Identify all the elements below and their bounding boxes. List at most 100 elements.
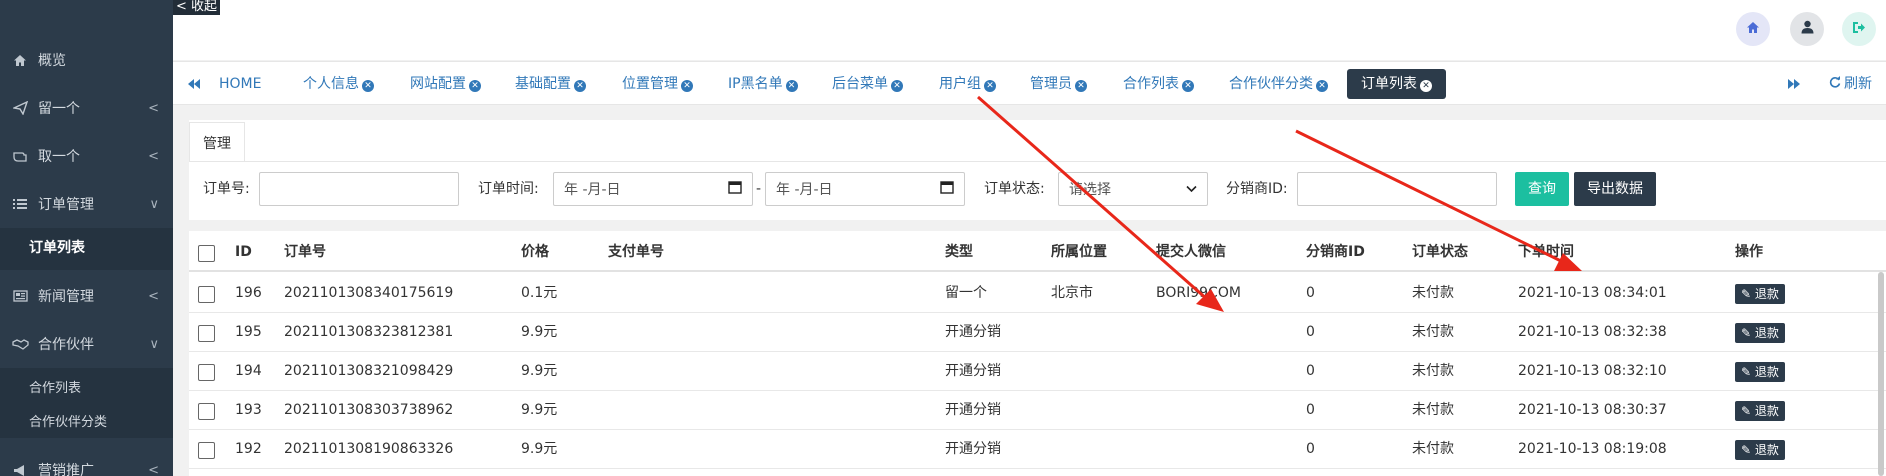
tab-basic-config[interactable]: 基础配置 ✕: [515, 69, 586, 99]
col-location[interactable]: 所属位置: [1051, 233, 1107, 272]
col-actions: 操作: [1735, 244, 1763, 260]
close-icon[interactable]: ✕: [891, 80, 903, 92]
distributor-id-input[interactable]: [1297, 172, 1497, 206]
close-icon[interactable]: ✕: [984, 80, 996, 92]
edit-icon: ✎: [1741, 365, 1752, 379]
sidebar-subitem-order-list[interactable]: 订单列表: [0, 230, 173, 264]
order-no-input[interactable]: [259, 172, 459, 206]
col-wechat[interactable]: 提交人微信: [1156, 233, 1226, 272]
col-order-no[interactable]: 订单号: [284, 233, 326, 272]
tab-administrators[interactable]: 管理员 ✕: [1030, 69, 1087, 99]
sidebar-subitem-partner-category[interactable]: 合作伙伴分类: [0, 403, 173, 437]
date-placeholder: 年 -月-日: [564, 182, 621, 198]
refund-label: 退款: [1754, 404, 1779, 418]
tab-label: 合作伙伴分类: [1229, 76, 1313, 92]
tab-label: 管理员: [1030, 76, 1072, 92]
sidebar-item-marketing[interactable]: 营销推广 <: [0, 446, 173, 476]
row-checkbox[interactable]: [198, 403, 215, 420]
profile-button[interactable]: [1790, 12, 1824, 46]
refund-button[interactable]: ✎ 退款: [1735, 440, 1785, 460]
cell-distributor-id: 0: [1306, 402, 1315, 418]
close-icon[interactable]: ✕: [1075, 80, 1087, 92]
chevron-left-icon: <: [148, 148, 159, 164]
tab-label: IP黑名单: [728, 76, 783, 92]
sidebar-subitem-label: 订单列表: [29, 240, 85, 256]
tab-manage[interactable]: 管理: [189, 122, 245, 162]
sign-out-icon: [1852, 21, 1866, 38]
row-checkbox[interactable]: [198, 364, 215, 381]
tabs-prev-button[interactable]: [187, 71, 201, 101]
tab-user-group[interactable]: 用户组 ✕: [939, 69, 996, 99]
close-icon[interactable]: ✕: [681, 80, 693, 92]
tab-label: 订单列表: [1361, 76, 1417, 92]
tab-ip-blacklist[interactable]: IP黑名单 ✕: [728, 69, 798, 99]
sidebar-item-partners[interactable]: 合作伙伴 ∨: [0, 320, 173, 368]
chevron-left-icon: <: [148, 100, 159, 116]
sidebar-item-order-management[interactable]: 订单管理 ∨: [0, 180, 173, 228]
sidebar-item-leave-one[interactable]: 留一个 <: [0, 84, 173, 132]
sidebar-item-label: 概览: [38, 53, 66, 69]
calendar-icon[interactable]: [940, 180, 954, 198]
tab-location-management[interactable]: 位置管理 ✕: [622, 69, 693, 99]
edit-icon: ✎: [1741, 443, 1752, 457]
refund-label: 退款: [1754, 287, 1779, 301]
order-time-start-input[interactable]: 年 -月-日: [553, 172, 753, 206]
close-icon[interactable]: ✕: [1182, 80, 1194, 92]
col-type[interactable]: 类型: [945, 233, 973, 272]
sidebar-item-take-one[interactable]: 取一个 <: [0, 132, 173, 180]
col-pay-no[interactable]: 支付单号: [608, 233, 664, 272]
search-button[interactable]: 查询: [1515, 172, 1569, 206]
tabs-bar: HOME 个人信息 ✕ 网站配置 ✕ 基础配置 ✕ 位置管理 ✕ IP黑名单 ✕ 后台菜单…: [173, 61, 1886, 105]
row-checkbox[interactable]: [198, 325, 215, 342]
close-icon[interactable]: ✕: [1420, 80, 1432, 92]
tab-label: 个人信息: [303, 76, 359, 92]
tab-order-list[interactable]: 订单列表 ✕: [1347, 69, 1446, 99]
cell-order-time: 2021-10-13 08:34:01: [1518, 285, 1667, 301]
cell-order-time: 2021-10-13 08:19:08: [1518, 441, 1667, 457]
home-icon: [10, 54, 30, 67]
tabs-next-button[interactable]: [1787, 71, 1801, 101]
cell-wechat: BORI99COM: [1156, 285, 1241, 301]
vertical-scrollbar[interactable]: [1878, 272, 1884, 476]
col-id[interactable]: ID: [235, 233, 252, 272]
col-order-time[interactable]: 下单时间: [1518, 233, 1574, 272]
close-icon[interactable]: ✕: [469, 80, 481, 92]
sidebar-subitem-partner-list[interactable]: 合作列表: [0, 369, 173, 403]
close-icon[interactable]: ✕: [785, 80, 798, 92]
sidebar-item-label: 合作伙伴: [38, 337, 94, 353]
tab-profile[interactable]: 个人信息 ✕: [303, 69, 374, 99]
row-checkbox[interactable]: [198, 286, 215, 303]
tab-home[interactable]: HOME: [219, 69, 261, 99]
collapse-sidebar-button[interactable]: < 收起: [173, 0, 221, 15]
tab-admin-menu[interactable]: 后台菜单 ✕: [832, 69, 903, 99]
order-status-select[interactable]: 请选择: [1058, 172, 1208, 206]
tab-partner-list[interactable]: 合作列表 ✕: [1123, 69, 1194, 99]
calendar-icon[interactable]: [728, 180, 742, 198]
home-button[interactable]: [1736, 12, 1770, 46]
refund-button[interactable]: ✎ 退款: [1735, 284, 1785, 304]
tab-label: 合作列表: [1123, 76, 1179, 92]
sidebar-item-news-management[interactable]: 新闻管理 <: [0, 272, 173, 320]
cell-order-no: 2021101308190863326: [284, 441, 454, 457]
logout-button[interactable]: [1842, 12, 1876, 46]
refresh-button[interactable]: 刷新: [1829, 69, 1872, 99]
select-all-checkbox[interactable]: [198, 245, 215, 262]
close-icon[interactable]: ✕: [362, 80, 374, 92]
col-distributor-id[interactable]: 分销商ID: [1306, 233, 1365, 272]
close-icon[interactable]: ✕: [574, 80, 586, 92]
sidebar-item-overview[interactable]: 概览: [0, 36, 173, 84]
tab-site-config[interactable]: 网站配置 ✕: [410, 69, 481, 99]
col-order-status[interactable]: 订单状态: [1412, 233, 1468, 272]
refund-button[interactable]: ✎ 退款: [1735, 401, 1785, 421]
tab-partner-category[interactable]: 合作伙伴分类 ✕: [1229, 69, 1328, 99]
order-time-end-input[interactable]: 年 -月-日: [765, 172, 965, 206]
distributor-id-label: 分销商ID:: [1226, 181, 1288, 197]
export-button[interactable]: 导出数据: [1574, 172, 1656, 206]
table-row: 192 2021101308190863326 9.9元 开通分销 0 未付款 …: [189, 430, 1886, 469]
close-icon[interactable]: ✕: [1316, 80, 1328, 92]
col-price[interactable]: 价格: [521, 233, 549, 272]
refund-button[interactable]: ✎ 退款: [1735, 323, 1785, 343]
row-checkbox[interactable]: [198, 442, 215, 459]
refund-button[interactable]: ✎ 退款: [1735, 362, 1785, 382]
sidebar-subitem-label: 合作伙伴分类: [29, 414, 108, 430]
